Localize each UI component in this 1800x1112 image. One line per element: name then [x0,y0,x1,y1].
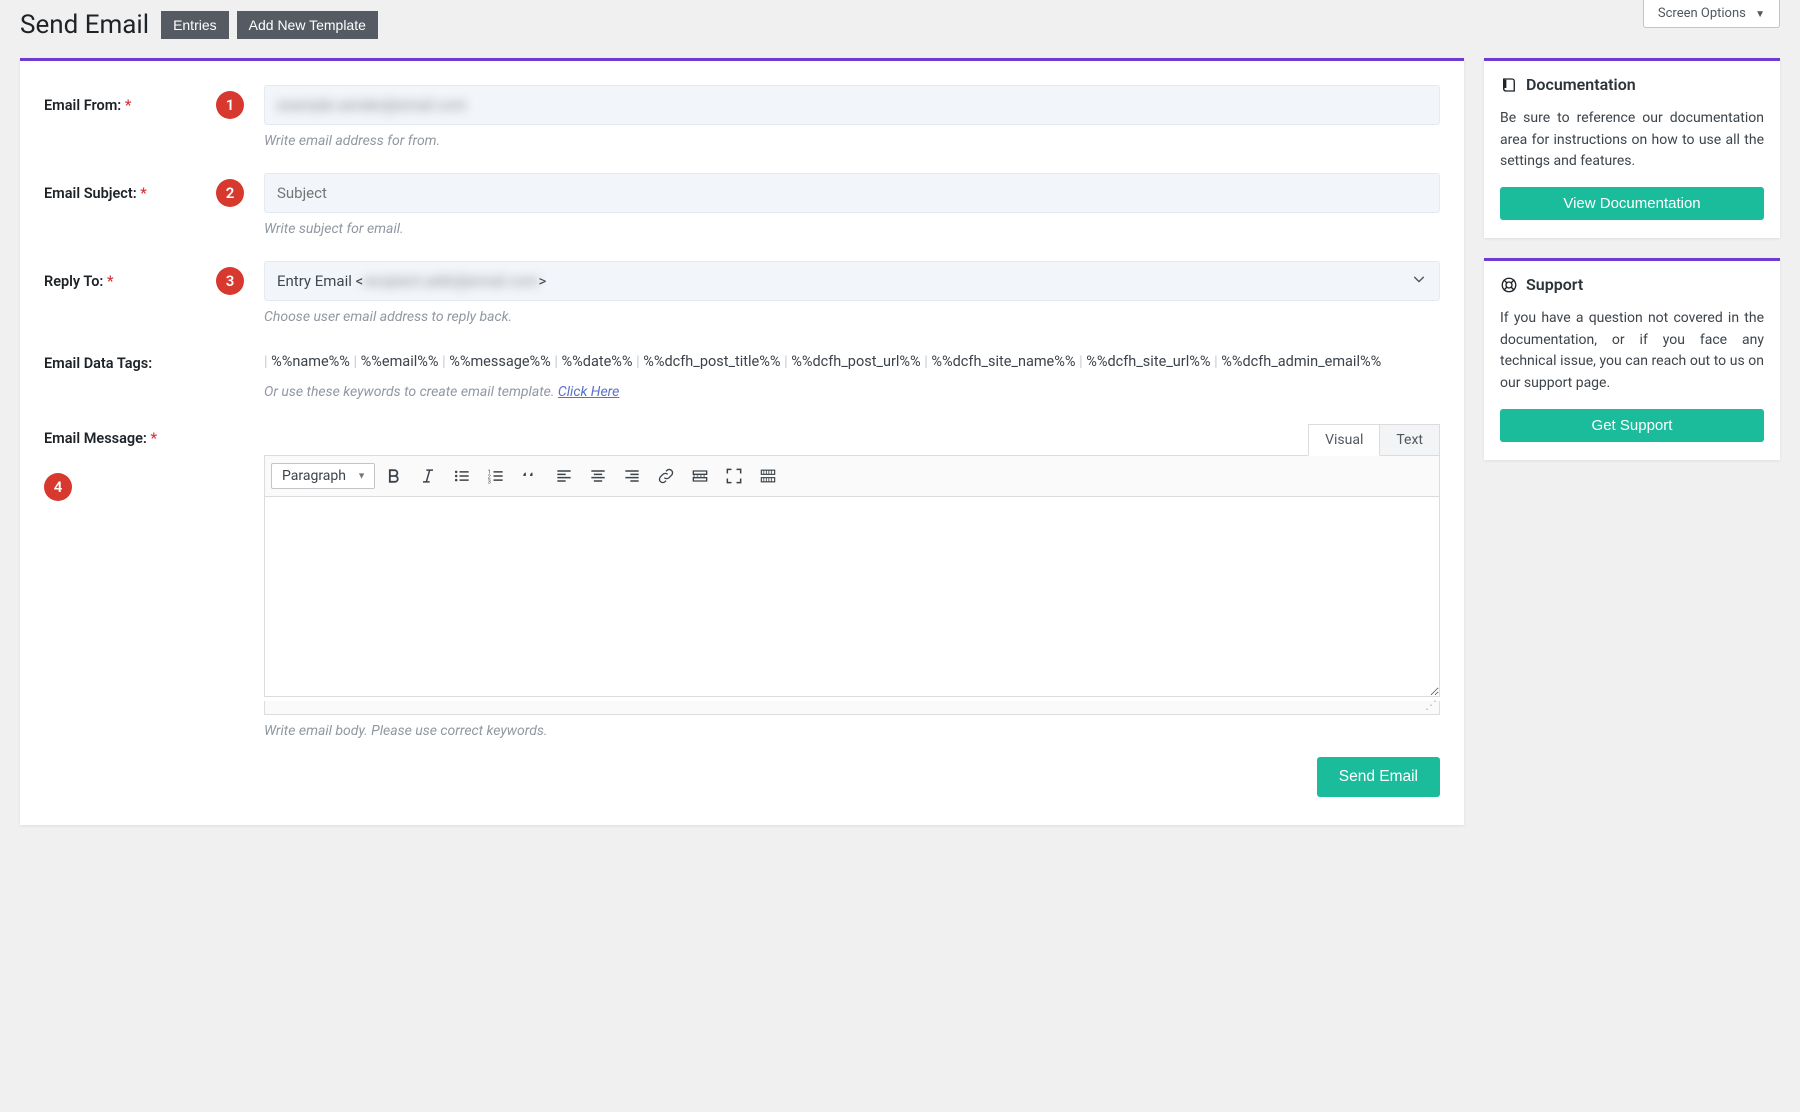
email-from-input[interactable]: example.sender@email.com [264,85,1440,125]
book-icon [1500,76,1518,94]
documentation-title: Documentation [1526,75,1636,94]
caret-down-icon: ▼ [357,471,366,482]
support-body: If you have a question not covered in th… [1500,308,1764,395]
reply-to-select[interactable]: Entry Email <recipient.addr@email.com> [264,261,1440,301]
data-tag: %%dcfh_admin_email%% [1221,353,1381,370]
editor-tab-text[interactable]: Text [1379,424,1440,456]
data-tag: %%message%% [449,353,551,370]
lifebuoy-icon [1500,276,1518,294]
email-subject-helper: Write subject for email. [264,221,1440,237]
align-center-icon[interactable] [583,461,613,491]
support-panel: Support If you have a question not cover… [1484,258,1780,460]
data-tag: %%email%% [361,353,439,370]
link-icon[interactable] [651,461,681,491]
get-support-button[interactable]: Get Support [1500,409,1764,442]
annotation-badge-2: 2 [216,179,244,207]
email-from-helper: Write email address for from. [264,133,1440,149]
data-tags-keywords-line: Or use these keywords to create email te… [264,384,1440,400]
view-documentation-button[interactable]: View Documentation [1500,187,1764,220]
add-new-template-button[interactable]: Add New Template [237,11,378,39]
svg-text:3: 3 [488,480,491,486]
data-tag: %%dcfh_site_name%% [931,353,1075,370]
screen-options-label: Screen Options [1658,6,1746,21]
annotation-badge-3: 3 [216,267,244,295]
email-from-label: Email From: * [44,97,131,114]
align-right-icon[interactable] [617,461,647,491]
email-message-label: Email Message: * [44,430,157,447]
numbered-list-icon[interactable]: 123 [481,461,511,491]
blockquote-icon[interactable] [515,461,545,491]
editor-tab-visual[interactable]: Visual [1308,424,1380,456]
email-message-helper: Write email body. Please use correct key… [264,723,1440,739]
email-subject-label: Email Subject: * [44,185,147,202]
read-more-icon[interactable] [685,461,715,491]
fullscreen-icon[interactable] [719,461,749,491]
email-subject-input[interactable] [264,173,1440,213]
reply-to-suffix: > [539,272,547,290]
editor-resize-handle[interactable]: ⋰ [264,701,1440,715]
screen-options-toggle[interactable]: Screen Options ▼ [1643,0,1780,28]
reply-to-prefix: Entry Email < [277,272,363,290]
page-title: Send Email [20,10,149,40]
reply-to-helper: Choose user email address to reply back. [264,309,1440,325]
documentation-body: Be sure to reference our documentation a… [1500,108,1764,173]
data-tag: %%name%% [271,353,350,370]
support-title: Support [1526,275,1583,294]
italic-icon[interactable] [413,461,443,491]
data-tag: %%date%% [562,353,633,370]
format-select[interactable]: Paragraph ▼ [271,463,375,489]
documentation-panel: Documentation Be sure to reference our d… [1484,58,1780,238]
editor-toolbar: Paragraph ▼ 123 [264,455,1440,497]
data-tags-label: Email Data Tags: [44,355,152,372]
data-tag: %%dcfh_post_title%% [643,353,780,370]
data-tag: %%dcfh_site_url%% [1086,353,1210,370]
reply-to-blurred: recipient.addr@email.com [363,272,538,290]
send-email-panel: Email From: * 1 example.sender@email.com… [20,58,1464,825]
data-tag: %%dcfh_post_url%% [791,353,920,370]
annotation-badge-4: 4 [44,473,72,501]
align-left-icon[interactable] [549,461,579,491]
caret-down-icon: ▼ [1755,9,1765,20]
annotation-badge-1: 1 [216,91,244,119]
email-message-editor[interactable] [264,497,1440,697]
entries-button[interactable]: Entries [161,11,229,39]
reply-to-label: Reply To: * [44,273,113,290]
click-here-link[interactable]: Click Here [558,384,619,400]
toolbar-toggle-icon[interactable] [753,461,783,491]
email-from-value: example.sender@email.com [277,96,467,114]
bold-icon[interactable] [379,461,409,491]
send-email-button[interactable]: Send Email [1317,757,1440,797]
bullet-list-icon[interactable] [447,461,477,491]
data-tags-list: | %%name%% | %%email%% | %%message%% | %… [264,349,1440,374]
